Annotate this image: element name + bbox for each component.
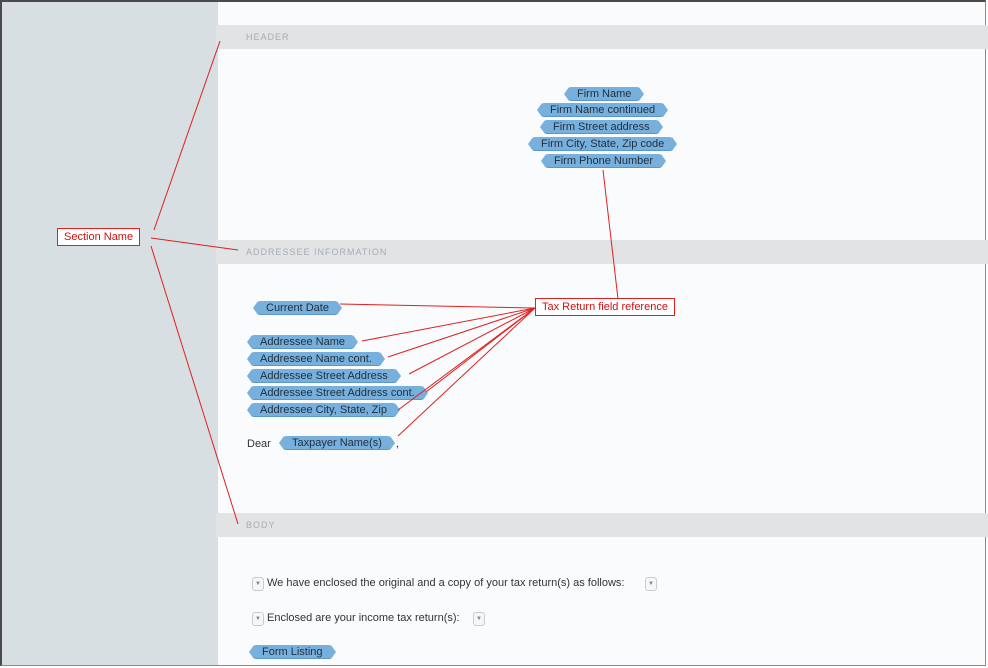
document-canvas <box>218 2 985 665</box>
field-chip-firm-name[interactable]: Firm Name <box>563 87 645 101</box>
inline-dropdown-2[interactable]: ▼ <box>473 612 485 626</box>
field-chip-addressee-name-cont[interactable]: Addressee Name cont. <box>247 352 385 366</box>
field-chip-current-date[interactable]: Current Date <box>253 301 342 315</box>
field-chip-addressee-name[interactable]: Addressee Name <box>247 335 358 349</box>
field-chip-form-listing[interactable]: Form Listing <box>249 645 336 659</box>
section-addressee-bar[interactable]: ADDRESSEE INFORMATION <box>216 240 988 264</box>
field-chip-firm-street-address[interactable]: Firm Street address <box>540 120 663 134</box>
callout-section-name: Section Name <box>57 228 141 246</box>
document-editor-window <box>0 0 986 666</box>
section-body-label: BODY <box>246 520 276 530</box>
paragraph-dropdown-2[interactable]: ▼ <box>252 612 264 626</box>
field-chip-firm-phone-number[interactable]: Firm Phone Number <box>540 154 667 168</box>
field-chip-taxpayer-names[interactable]: Taxpayer Name(s) <box>279 436 395 450</box>
field-chip-addressee-street-address[interactable]: Addressee Street Address <box>247 369 401 383</box>
section-header-label: HEADER <box>246 32 290 42</box>
field-chip-firm-city-state-zip[interactable]: Firm City, State, Zip code <box>527 137 678 151</box>
salutation-comma: , <box>396 438 400 450</box>
salutation-text: Dear <box>247 438 271 450</box>
paragraph-dropdown-1[interactable]: ▼ <box>252 577 264 591</box>
body-line-1: We have enclosed the original and a copy… <box>267 577 625 589</box>
callout-field-reference: Tax Return field reference <box>535 298 675 316</box>
body-line-2: Enclosed are your income tax return(s): <box>267 612 460 624</box>
section-addressee-label: ADDRESSEE INFORMATION <box>246 247 388 257</box>
inline-dropdown-1[interactable]: ▼ <box>645 577 657 591</box>
field-chip-addressee-city-state-zip[interactable]: Addressee City, State, Zip <box>247 403 400 417</box>
section-header-bar[interactable]: HEADER <box>216 25 988 49</box>
left-sidebar <box>2 2 218 665</box>
field-chip-firm-name-continued[interactable]: Firm Name continued <box>536 103 669 117</box>
section-body-bar[interactable]: BODY <box>216 513 988 537</box>
field-chip-addressee-street-address-cont[interactable]: Addressee Street Address cont. <box>247 386 428 400</box>
